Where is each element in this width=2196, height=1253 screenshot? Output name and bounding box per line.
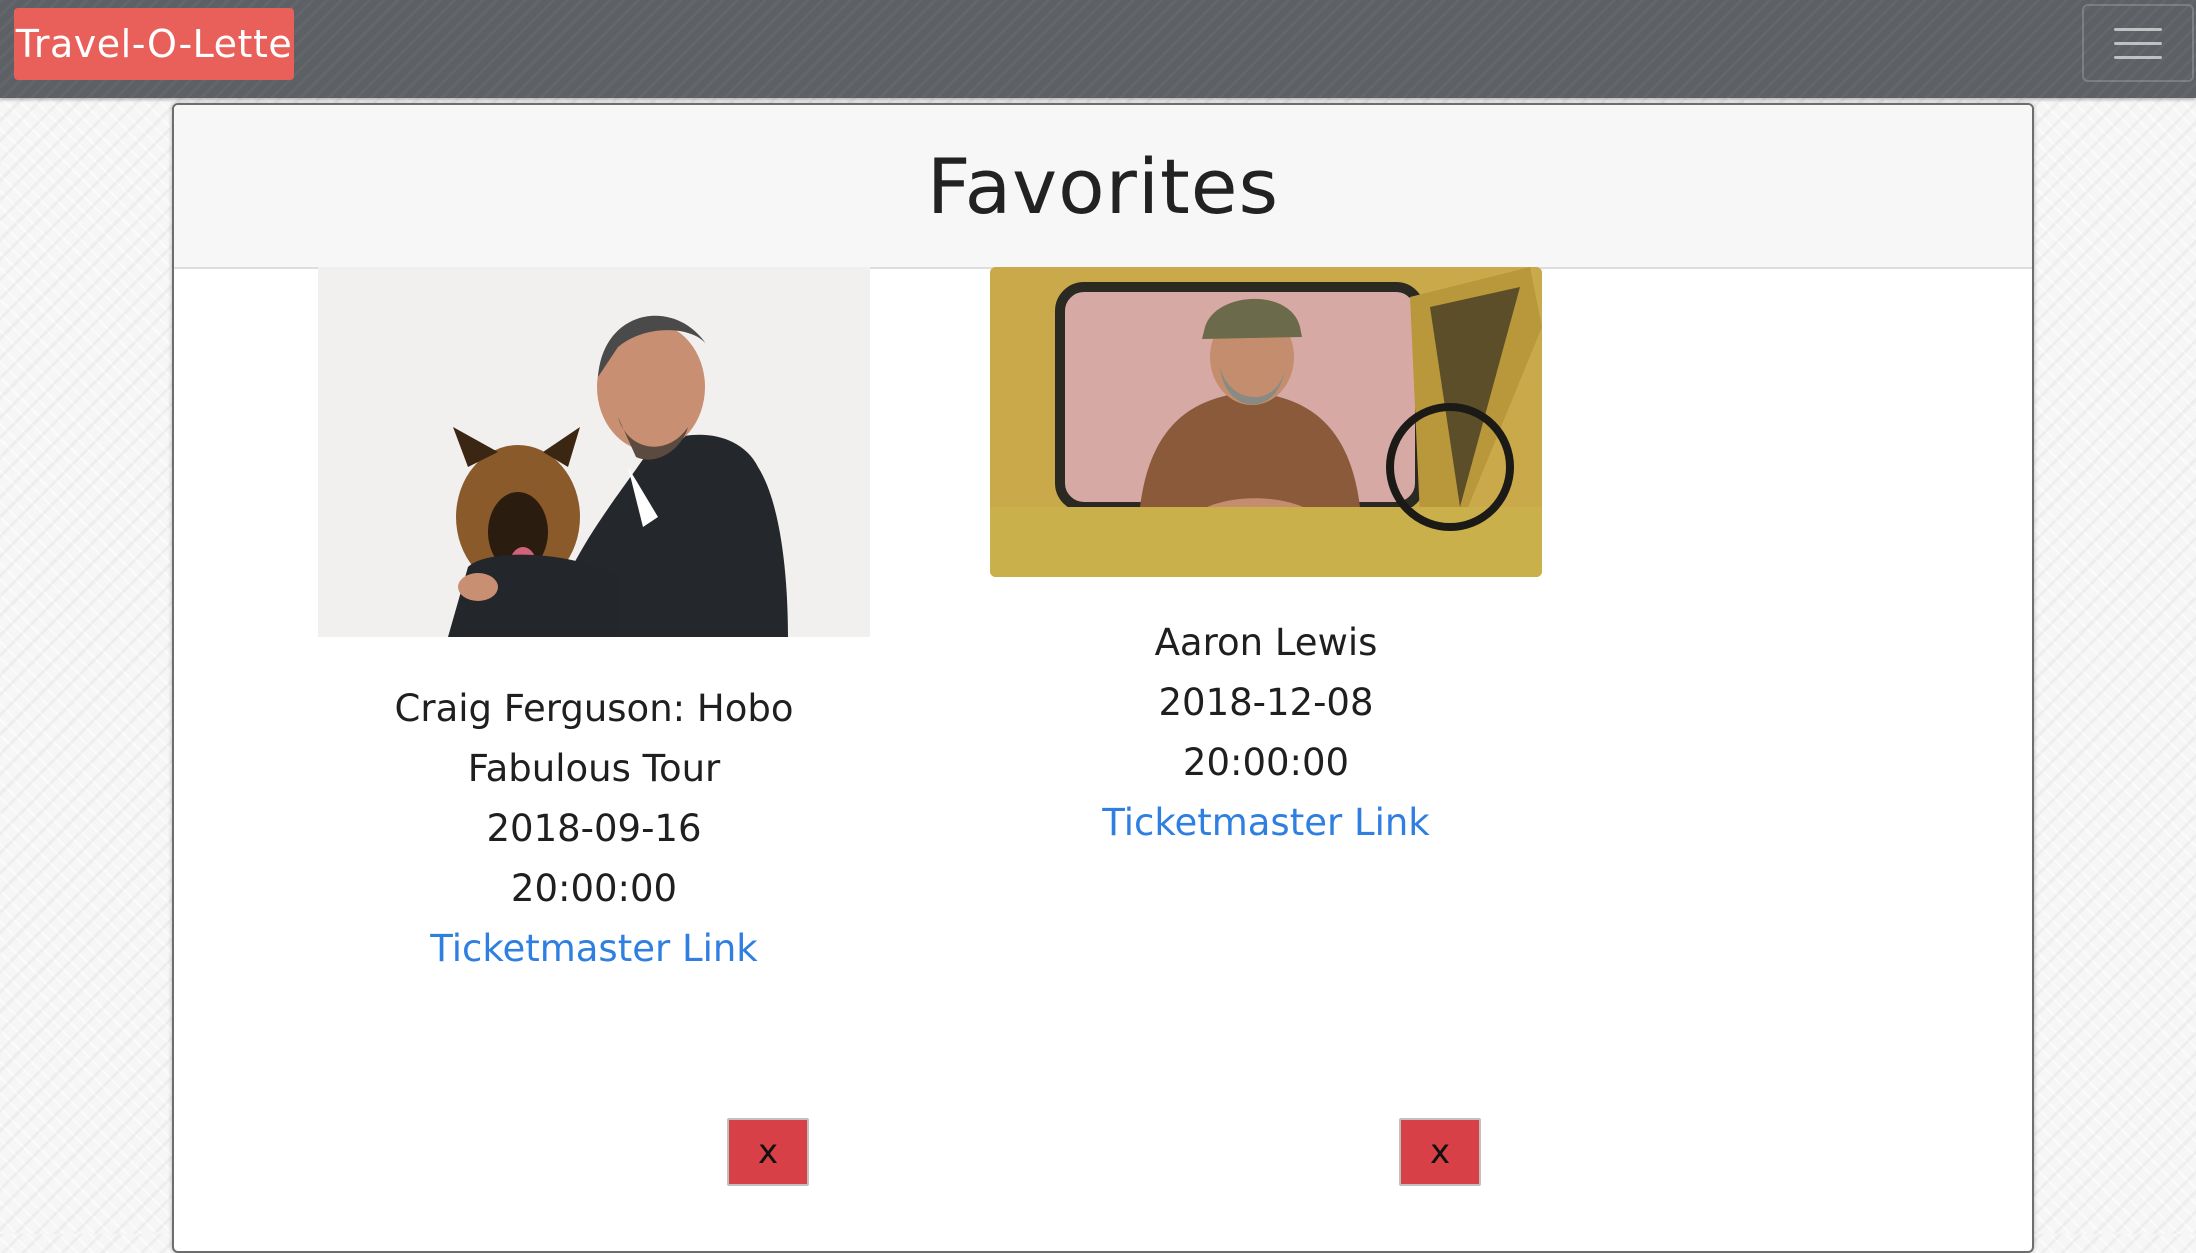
favorite-item: Craig Ferguson: Hobo Fabulous Tour 2018-… [318,267,870,979]
event-name: Aaron Lewis [1154,621,1378,664]
event-name: Craig Ferguson: Hobo Fabulous Tour [394,687,794,790]
event-info: Craig Ferguson: Hobo Fabulous Tour 2018-… [318,679,870,979]
event-photo [318,267,870,637]
remove-favorite-button[interactable]: x [1399,1118,1481,1186]
brand-logo[interactable]: Travel-O-Lette [14,8,294,80]
event-date: 2018-09-16 [486,807,702,850]
event-time: 20:00:00 [1182,741,1350,784]
event-time: 20:00:00 [510,867,678,910]
event-info: Aaron Lewis 2018-12-08 20:00:00 Ticketma… [990,613,1542,853]
ticketmaster-link[interactable]: Ticketmaster Link [430,919,757,979]
page-title: Favorites [926,141,1280,231]
remove-favorite-button[interactable]: x [727,1118,809,1186]
card-header: Favorites [174,105,2032,269]
hamburger-menu-icon[interactable] [2082,4,2194,82]
event-photo [990,267,1542,577]
navbar: Travel-O-Lette [0,0,2196,98]
ticketmaster-link[interactable]: Ticketmaster Link [1102,793,1429,853]
event-date: 2018-12-08 [1158,681,1374,724]
favorite-item: Aaron Lewis 2018-12-08 20:00:00 Ticketma… [990,267,1542,853]
